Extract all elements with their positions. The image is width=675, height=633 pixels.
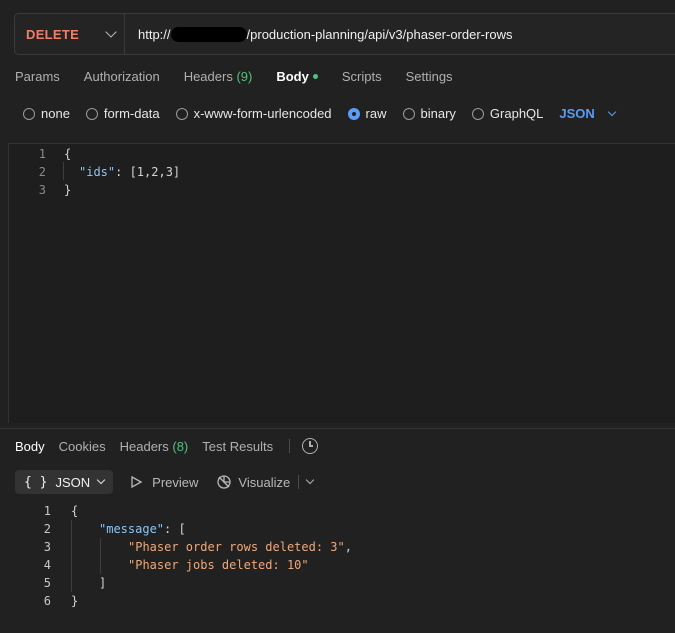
visualize-button[interactable]: Visualize: [216, 474, 315, 490]
chevron-down-icon: [607, 107, 617, 116]
radio-none[interactable]: none: [23, 106, 70, 121]
line-number: 3: [38, 183, 46, 197]
method-label: DELETE: [26, 26, 80, 42]
radio-form-data[interactable]: form-data: [85, 106, 160, 121]
tab-settings[interactable]: Settings: [406, 69, 453, 89]
radio-circle-icon: [85, 107, 98, 120]
chevron-down-icon: [96, 475, 106, 485]
code-line: 2 "message": [: [13, 520, 352, 538]
code-line: 1 {: [13, 502, 352, 520]
code-line: 5 ]: [13, 574, 352, 592]
response-format-select[interactable]: { } JSON: [15, 470, 114, 494]
url-input[interactable]: http:// /production-planning/api/v3/phas…: [125, 26, 513, 42]
response-tabs: Body Cookies Headers (8) Test Results: [15, 438, 319, 454]
divider: [289, 439, 291, 453]
response-headers-count: (8): [172, 438, 189, 454]
tab-cookies[interactable]: Cookies: [59, 439, 106, 454]
radio-circle-icon: [471, 107, 484, 120]
line-number: 2: [43, 522, 51, 536]
json-string: "Phaser order rows deleted: 3": [128, 540, 345, 554]
body-language-select[interactable]: JSON: [559, 106, 617, 121]
divider: [298, 475, 300, 489]
request-url-bar: DELETE http:// /production-planning/api/…: [14, 13, 675, 55]
radio-raw[interactable]: raw: [347, 106, 387, 121]
code-line: 3 "Phaser order rows deleted: 3",: [13, 538, 352, 556]
radio-circle-icon: [175, 107, 188, 120]
json-string: "Phaser jobs deleted: 10": [128, 558, 309, 572]
radio-urlencoded[interactable]: x-www-form-urlencoded: [175, 106, 332, 121]
chevron-down-icon: [105, 26, 117, 38]
radio-binary[interactable]: binary: [402, 106, 456, 121]
radio-circle-icon: [23, 107, 35, 120]
code-line: 6 }: [13, 592, 352, 610]
body-indicator-dot: [312, 74, 318, 80]
json-key: "message": [99, 522, 165, 536]
body-type-selector: none form-data x-www-form-urlencoded raw…: [23, 106, 617, 121]
url-prefix: http://: [138, 26, 171, 42]
request-code: 1 { 2 "ids": [1,2,3] 3 }: [9, 144, 180, 199]
line-number: 2: [38, 165, 46, 179]
play-icon: [131, 476, 143, 488]
tab-scripts[interactable]: Scripts: [342, 69, 382, 89]
chevron-down-icon[interactable]: [305, 475, 315, 485]
line-number: 1: [38, 147, 46, 161]
preview-button[interactable]: Preview: [131, 475, 198, 490]
pane-splitter[interactable]: [0, 428, 675, 429]
line-number: 3: [43, 540, 51, 554]
tab-authorization[interactable]: Authorization: [84, 69, 160, 89]
json-key: "ids": [79, 165, 116, 179]
redacted-host: [170, 26, 247, 42]
tab-body[interactable]: Body: [276, 69, 318, 89]
url-path: /production-planning/api/v3/phaser-order…: [246, 26, 513, 42]
code-line: 1 {: [9, 145, 180, 163]
json-value: [1,2,3]: [129, 165, 181, 179]
tab-headers[interactable]: Headers (9): [184, 69, 253, 89]
code-line: 3 }: [9, 181, 180, 199]
indent-guide: [63, 162, 64, 180]
code-line: 2 "ids": [1,2,3]: [9, 163, 180, 181]
history-icon[interactable]: [302, 438, 319, 454]
line-number: 5: [43, 576, 51, 590]
tab-test-results[interactable]: Test Results: [202, 439, 273, 454]
json-braces-icon: { }: [24, 474, 48, 490]
tab-response-body[interactable]: Body: [15, 439, 45, 454]
request-tabs: Params Authorization Headers (9) Body Sc…: [15, 69, 477, 89]
method-select[interactable]: DELETE: [15, 14, 125, 54]
line-number: 6: [43, 594, 51, 608]
response-body-viewer: 1 { 2 "message": [ 3 "Phaser order rows …: [13, 502, 352, 610]
line-number: 1: [43, 504, 51, 518]
indent-guide: [100, 538, 101, 574]
radio-selected-icon: [347, 107, 360, 120]
tab-response-headers[interactable]: Headers (8): [120, 439, 189, 454]
indent-guide: [71, 520, 72, 592]
code-line: 4 "Phaser jobs deleted: 10": [13, 556, 352, 574]
headers-count: (9): [236, 69, 253, 84]
radio-circle-icon: [402, 107, 415, 120]
tab-params[interactable]: Params: [15, 69, 60, 89]
radio-graphql[interactable]: GraphQL: [471, 106, 543, 121]
response-toolbar: { } JSON Preview Visualize: [15, 470, 315, 494]
request-body-editor[interactable]: 1 { 2 "ids": [1,2,3] 3 }: [8, 143, 675, 423]
visualize-icon: [217, 475, 232, 489]
line-number: 4: [43, 558, 51, 572]
